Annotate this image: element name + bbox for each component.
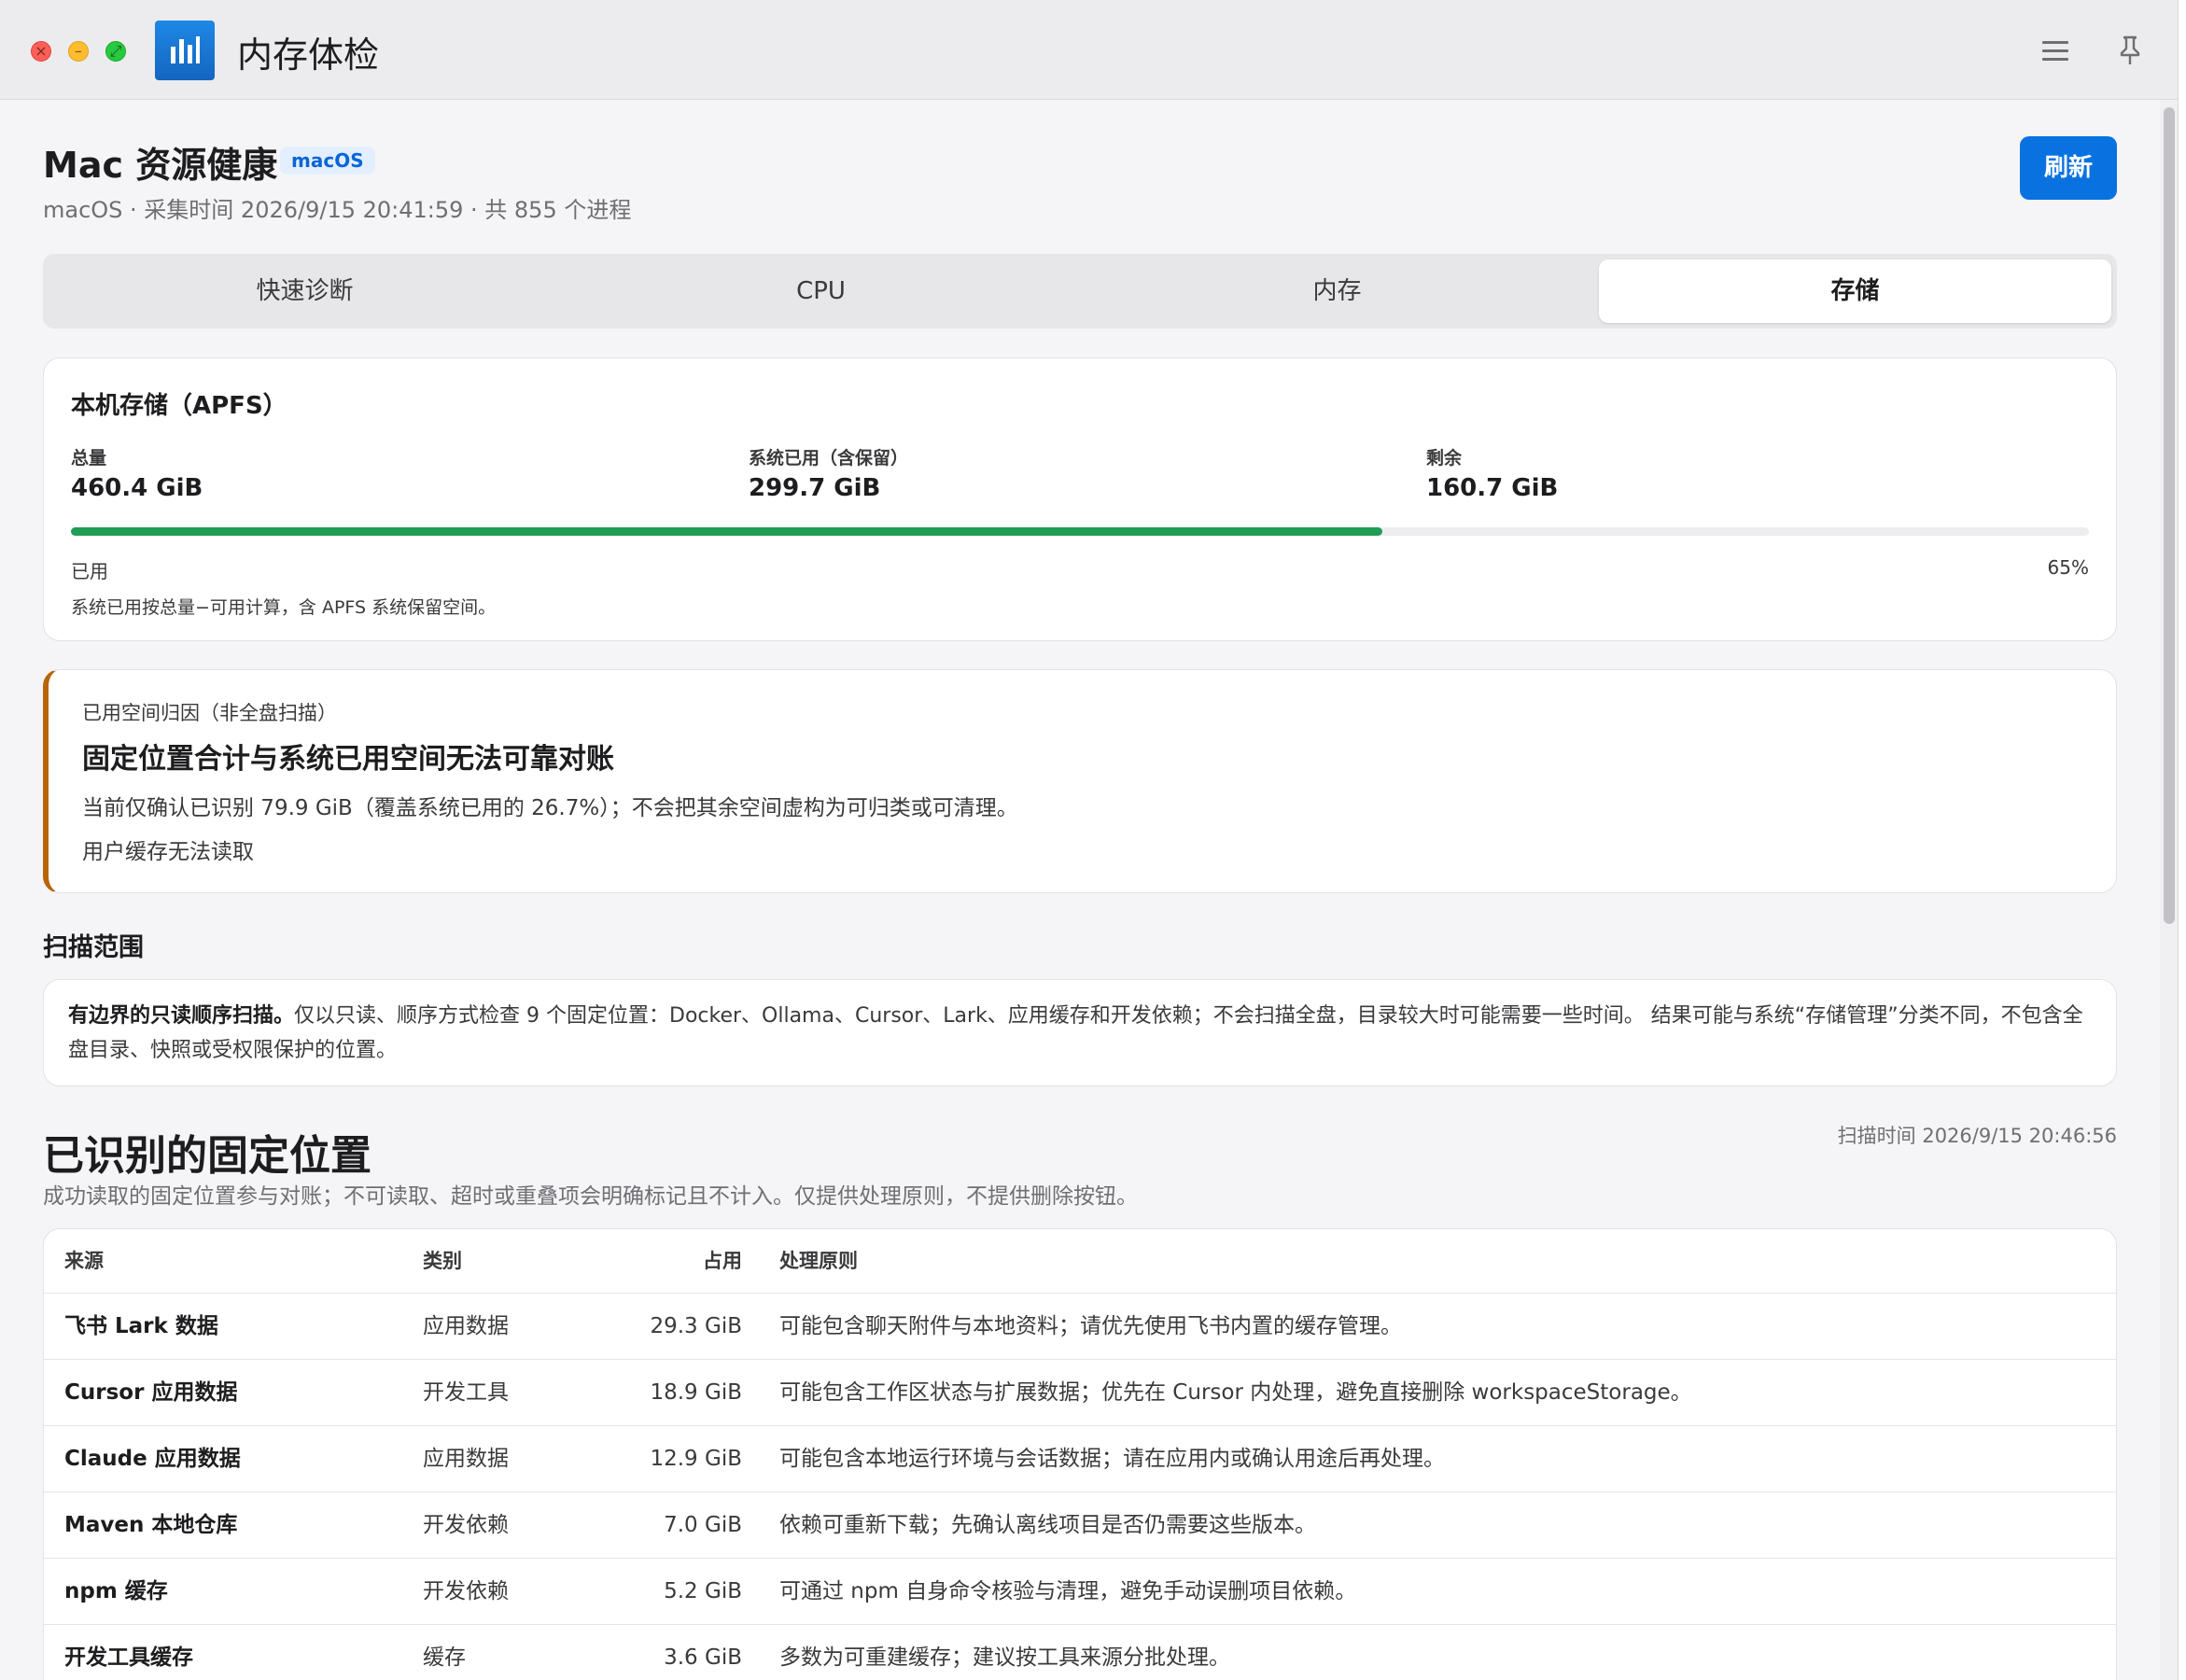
page-subtitle: macOS · 采集时间 2026/9/15 20:41:59 · 共 855 … [43,197,632,223]
bar-chart-icon [155,21,215,80]
hamburger-menu-icon[interactable] [2039,34,2072,67]
table-row: Claude 应用数据 应用数据 12.9 GiB 可能包含本地运行环境与会话数… [44,1425,2116,1491]
storage-summary-card: 本机存储（APFS） 总量 460.4 GiB 系统已用（含保留） 299.7 … [43,357,2117,641]
title-bar: × – ⤢ 内存体检 [0,0,2178,100]
row-category: 开发工具 [423,1380,509,1405]
row-size: 7.0 GiB [664,1513,742,1537]
scope-heading: 扫描范围 [43,933,144,962]
table-row: Cursor 应用数据 开发工具 18.9 GiB 可能包含工作区状态与扩展数据… [44,1359,2116,1425]
table-header-row: 来源 类别 占用 处理原则 [44,1229,2116,1293]
tab-quick-diagnosis[interactable]: 快速诊断 [49,259,561,323]
col-rule: 处理原则 [779,1250,858,1272]
tab-bar: 快速诊断 CPU 内存 存储 [43,254,2117,329]
scan-time: 扫描时间 2026/9/15 20:46:56 [1837,1125,2117,1147]
row-source: 开发工具缓存 [64,1645,193,1670]
row-rule: 可能包含聊天附件与本地资料；请优先使用飞书内置的缓存管理。 [779,1314,1402,1338]
close-window-button[interactable]: × [31,41,51,62]
total-label: 总量 [71,448,107,469]
storage-card-title: 本机存储（APFS） [71,392,287,420]
scope-body: 仅以只读、顺序方式检查 9 个固定位置：Docker、Ollama、Cursor… [68,1004,2083,1062]
col-source: 来源 [64,1250,104,1272]
row-category: 开发依赖 [423,1513,509,1537]
close-icon: × [35,42,48,60]
tab-storage[interactable]: 存储 [1599,259,2111,323]
free-value: 160.7 GiB [1426,474,1559,502]
free-label: 剩余 [1426,448,1463,469]
zoom-icon: ⤢ [109,42,122,60]
bar-label: 已用 [71,560,108,582]
minimize-icon: – [75,42,82,60]
col-size: 占用 [703,1250,742,1272]
attribution-warning-card: 已用空间归因（非全盘扫描） 固定位置合计与系统已用空间无法可靠对账 当前仅确认已… [43,669,2117,893]
usage-percent: 65% [2047,556,2089,579]
row-category: 缓存 [423,1645,466,1670]
row-source: 飞书 Lark 数据 [64,1314,218,1338]
locations-heading: 已识别的固定位置 [43,1132,371,1180]
window-title: 内存体检 [237,35,380,76]
row-category: 开发依赖 [423,1579,509,1603]
zoom-window-button[interactable]: ⤢ [105,41,126,62]
attribution-text: 当前仅确认已识别 79.9 GiB（覆盖系统已用的 26.7%）；不会把其余空间… [82,796,1018,820]
attribution-eyebrow: 已用空间归因（非全盘扫描） [82,702,337,724]
minimize-window-button[interactable]: – [68,41,89,62]
col-category: 类别 [423,1250,462,1272]
row-source: Cursor 应用数据 [64,1380,238,1405]
row-size: 3.6 GiB [664,1645,742,1670]
locations-description: 成功读取的固定位置参与对账；不可读取、超时或重叠项会明确标记且不计入。仅提供处理… [43,1184,1138,1209]
os-badge: macOS [280,147,375,175]
row-rule: 可通过 npm 自身命令核验与清理，避免手动误删项目依赖。 [779,1579,1357,1603]
storage-note: 系统已用按总量−可用计算，含 APFS 系统保留空间。 [71,597,497,618]
row-size: 29.3 GiB [650,1314,742,1338]
scrollbar-thumb[interactable] [2164,107,2175,924]
table-row: Maven 本地仓库 开发依赖 7.0 GiB 依赖可重新下载；先确认离线项目是… [44,1491,2116,1558]
scope-text: 有边界的只读顺序扫描。仅以只读、顺序方式检查 9 个固定位置：Docker、Ol… [68,999,2094,1068]
row-size: 18.9 GiB [650,1380,742,1405]
row-source: Maven 本地仓库 [64,1513,238,1537]
attribution-note: 用户缓存无法读取 [82,840,254,864]
row-rule: 依赖可重新下载；先确认离线项目是否仍需要这些版本。 [779,1513,1316,1537]
scope-bold: 有边界的只读顺序扫描。 [68,1004,295,1028]
table-row: 飞书 Lark 数据 应用数据 29.3 GiB 可能包含聊天附件与本地资料；请… [44,1293,2116,1359]
row-category: 应用数据 [423,1447,509,1471]
usage-progress-bar [71,527,2089,536]
page-title: Mac 资源健康 [43,145,278,186]
used-label: 系统已用（含保留） [749,448,909,469]
row-rule: 可能包含本地运行环境与会话数据；请在应用内或确认用途后再处理。 [779,1447,1445,1471]
row-source: Claude 应用数据 [64,1447,241,1471]
total-value: 460.4 GiB [71,474,203,502]
refresh-button[interactable]: 刷新 [2020,136,2117,200]
scope-card: 有边界的只读顺序扫描。仅以只读、顺序方式检查 9 个固定位置：Docker、Ol… [43,979,2117,1086]
row-source: npm 缓存 [64,1579,168,1603]
row-category: 应用数据 [423,1314,509,1338]
tab-memory[interactable]: 内存 [1081,259,1593,323]
attribution-title: 固定位置合计与系统已用空间无法可靠对账 [82,743,614,776]
used-value: 299.7 GiB [749,474,881,502]
table-row: 开发工具缓存 缓存 3.6 GiB 多数为可重建缓存；建议按工具来源分批处理。 [44,1624,2116,1680]
tab-cpu[interactable]: CPU [565,259,1077,323]
pin-icon[interactable] [2113,34,2147,67]
row-rule: 多数为可重建缓存；建议按工具来源分批处理。 [779,1645,1230,1670]
usage-progress-fill [71,527,1383,536]
row-size: 5.2 GiB [664,1579,742,1603]
row-rule: 可能包含工作区状态与扩展数据；优先在 Cursor 内处理，避免直接删除 wor… [779,1380,1692,1405]
locations-table: 来源 类别 占用 处理原则 飞书 Lark 数据 应用数据 29.3 GiB 可… [43,1228,2117,1680]
row-size: 12.9 GiB [650,1447,742,1471]
app-window: × – ⤢ 内存体检 Mac 资源健康 macOS macOS · 采集时间 2… [0,0,2179,1680]
table-row: npm 缓存 开发依赖 5.2 GiB 可通过 npm 自身命令核验与清理，避免… [44,1558,2116,1624]
